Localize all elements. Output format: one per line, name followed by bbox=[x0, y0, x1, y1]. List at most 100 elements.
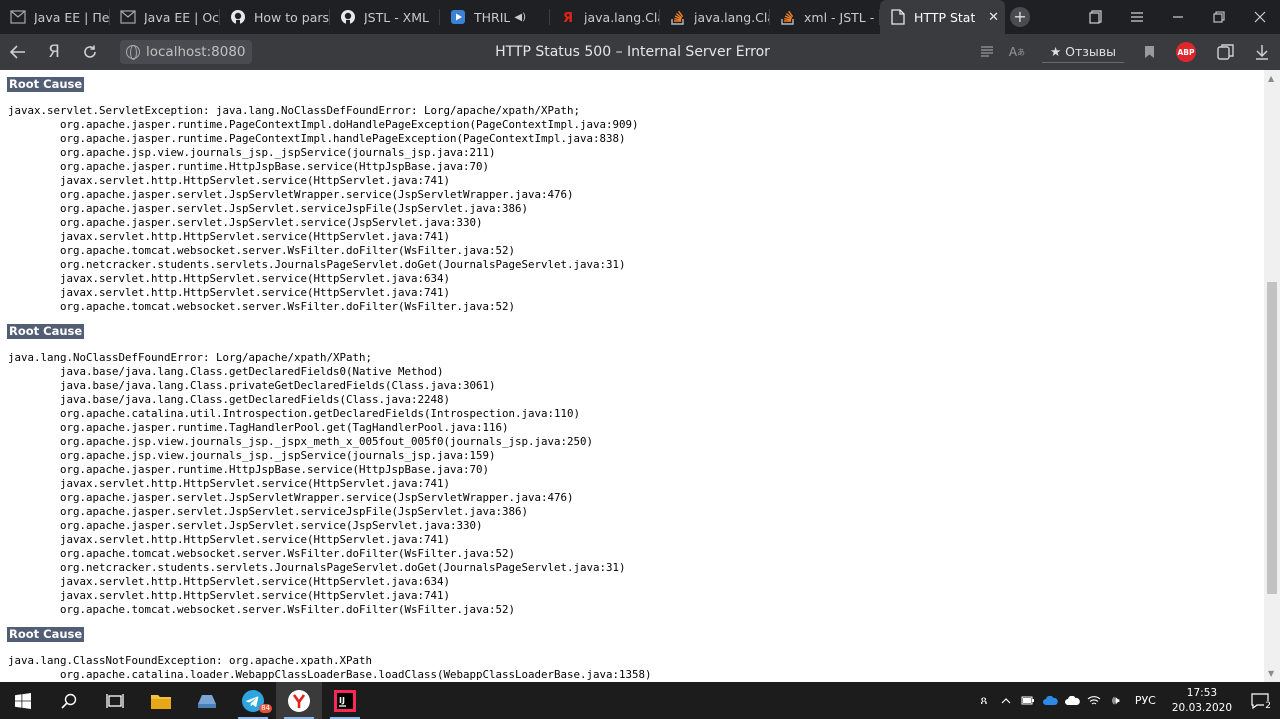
adblock-icon[interactable]: ABP bbox=[1164, 34, 1208, 70]
start-button[interactable] bbox=[0, 682, 46, 719]
downloads-icon[interactable] bbox=[1244, 34, 1280, 70]
yandex-browser-icon[interactable] bbox=[276, 682, 322, 719]
tab-title: JSTL - XML bbox=[364, 9, 429, 25]
stack-trace-line: org.apache.jasper.runtime.PageContextImp… bbox=[60, 118, 639, 131]
tab-title: HTTP Stat bbox=[914, 9, 976, 25]
stackoverflow-icon bbox=[780, 9, 796, 25]
stack-trace-line: javax.servlet.http.HttpServlet.service(H… bbox=[60, 575, 451, 588]
onedrive-icon[interactable] bbox=[1039, 682, 1061, 719]
root-cause-heading: Root Cause bbox=[7, 627, 85, 642]
cloud-icon[interactable] bbox=[1061, 682, 1083, 719]
reader-mode-icon[interactable] bbox=[972, 34, 1002, 70]
stack-trace-line: org.apache.jsp.view.journals_jsp._jspSer… bbox=[60, 449, 496, 462]
task-view-icon[interactable] bbox=[92, 682, 138, 719]
stack-trace-line: org.apache.jasper.runtime.HttpJspBase.se… bbox=[60, 463, 490, 476]
svg-text:IJ: IJ bbox=[339, 696, 345, 705]
tab-list: Java EE | Пер Java EE | Ос How to pars JSTL… bbox=[0, 0, 1005, 34]
vertical-scrollbar[interactable]: ▲ ▼ bbox=[1264, 70, 1280, 682]
globe-icon bbox=[126, 45, 140, 60]
stack-trace-line: javax.servlet.http.HttpServlet.service(H… bbox=[60, 272, 451, 285]
stack-trace-line: org.apache.tomcat.websocket.server.WsFil… bbox=[60, 244, 516, 257]
minimize-button[interactable] bbox=[1157, 0, 1198, 34]
menu-icon[interactable] bbox=[1116, 0, 1157, 34]
notifications-count: 2 bbox=[1264, 701, 1272, 711]
scroll-thumb[interactable] bbox=[1267, 282, 1277, 594]
tab[interactable]: xml - JSTL - bbox=[770, 0, 880, 34]
back-button[interactable] bbox=[0, 34, 36, 70]
intellij-idea-icon[interactable]: IJ bbox=[322, 682, 368, 719]
stack-trace-line: java.base/java.lang.Class.getDeclaredFie… bbox=[60, 393, 451, 406]
clock[interactable]: 17:53 20.03.2020 bbox=[1164, 686, 1240, 716]
stack-trace-line: org.apache.jasper.runtime.HttpJspBase.se… bbox=[60, 160, 490, 173]
bookmark-icon[interactable] bbox=[1134, 34, 1164, 70]
tab[interactable]: java.lang.Cla bbox=[660, 0, 770, 34]
tab-title: java.lang.Cla bbox=[584, 9, 660, 25]
video-play-icon bbox=[450, 9, 466, 25]
windows-taskbar: 84 IJ ጸ 🕪 РУС 17:53 20.03.2020 2 bbox=[0, 682, 1280, 719]
tab[interactable]: Java EE | Ос bbox=[110, 0, 220, 34]
translate-icon[interactable]: Aあ bbox=[1002, 34, 1032, 70]
clock-date: 20.03.2020 bbox=[1171, 701, 1232, 714]
tab[interactable]: Java EE | Пер bbox=[0, 0, 110, 34]
page-icon bbox=[890, 9, 906, 25]
exception-message: javax.servlet.ServletException: java.lan… bbox=[8, 104, 581, 117]
stack-trace-line: javax.servlet.http.HttpServlet.service(H… bbox=[60, 589, 451, 602]
root-cause-heading: Root Cause bbox=[7, 77, 85, 92]
scroll-up-arrow-icon[interactable]: ▲ bbox=[1268, 74, 1274, 83]
tab[interactable]: How to pars bbox=[220, 0, 330, 34]
stack-trace-line: org.apache.catalina.util.Introspection.g… bbox=[60, 407, 581, 420]
wifi-icon[interactable] bbox=[1083, 682, 1105, 719]
exception-message: java.lang.NoClassDefFoundError: Lorg/apa… bbox=[8, 351, 373, 364]
audio-playing-icon[interactable]: ◀) bbox=[514, 12, 526, 23]
reload-button[interactable] bbox=[72, 34, 108, 70]
tab-active[interactable]: HTTP Stat ✕ bbox=[880, 0, 1005, 34]
restore-button[interactable] bbox=[1198, 0, 1239, 34]
close-tab-icon[interactable]: ✕ bbox=[988, 10, 999, 25]
collections-icon[interactable] bbox=[1208, 34, 1244, 70]
close-window-button[interactable] bbox=[1239, 0, 1280, 34]
stack-trace-line: javax.servlet.http.HttpServlet.service(H… bbox=[60, 533, 451, 546]
stack-trace-line: javax.servlet.http.HttpServlet.service(H… bbox=[60, 286, 451, 299]
reviews-button[interactable]: ★ Отзывы bbox=[1041, 41, 1124, 63]
stack-trace-line: org.apache.jasper.servlet.JspServlet.ser… bbox=[60, 505, 529, 518]
new-tab-button[interactable]: + bbox=[1005, 0, 1035, 34]
exception-message: java.lang.ClassNotFoundException: org.ap… bbox=[8, 654, 373, 667]
url-field[interactable]: localhost:8080 bbox=[120, 40, 252, 64]
adblock-label: ABP bbox=[1176, 42, 1196, 62]
telegram-icon[interactable]: 84 bbox=[230, 682, 276, 719]
people-icon[interactable]: ጸ bbox=[973, 682, 995, 719]
tab[interactable]: JSTL - XML bbox=[330, 0, 440, 34]
tab-title: Java EE | Ос bbox=[144, 9, 220, 25]
language-indicator[interactable]: РУС bbox=[1127, 694, 1164, 707]
volume-icon[interactable]: 🕪 bbox=[1105, 682, 1127, 719]
stack-trace-line: org.apache.jsp.view.journals_jsp._jspSer… bbox=[60, 146, 496, 159]
show-hidden-icons-icon[interactable] bbox=[995, 682, 1017, 719]
stack-trace-line: org.apache.jsp.view.journals_jsp._jspx_m… bbox=[60, 435, 594, 448]
yandex-logo-icon[interactable]: Я bbox=[36, 34, 72, 70]
stack-trace-line: org.apache.jasper.servlet.JspServletWrap… bbox=[60, 491, 574, 504]
tablet-mode-icon[interactable] bbox=[1075, 0, 1116, 34]
stack-trace-line: java.base/java.lang.Class.getDeclaredFie… bbox=[60, 365, 444, 378]
stack-trace-line: javax.servlet.http.HttpServlet.service(H… bbox=[60, 174, 451, 187]
stack-trace-line: javax.servlet.http.HttpServlet.service(H… bbox=[60, 230, 451, 243]
battery-icon[interactable] bbox=[1017, 682, 1039, 719]
tab[interactable]: Яjava.lang.Cla bbox=[550, 0, 660, 34]
search-icon[interactable] bbox=[46, 682, 92, 719]
page-content: Root Cause javax.servlet.ServletException… bbox=[0, 70, 1264, 682]
address-bar: Я localhost:8080 HTTP Status 500 – Inter… bbox=[0, 34, 1280, 70]
toolbar-right: Aあ ★ Отзывы ABP bbox=[972, 34, 1280, 70]
mail-icon bbox=[10, 9, 26, 25]
scroll-down-arrow-icon[interactable]: ▼ bbox=[1268, 669, 1274, 678]
github-icon bbox=[230, 9, 246, 25]
yandex-icon: Я bbox=[560, 9, 576, 25]
stack-trace-line: org.apache.tomcat.websocket.server.WsFil… bbox=[60, 603, 516, 616]
file-explorer-icon[interactable] bbox=[138, 682, 184, 719]
notifications-icon[interactable]: 2 bbox=[1240, 682, 1280, 719]
network-drive-icon[interactable] bbox=[184, 682, 230, 719]
tab[interactable]: THRIL ◀) bbox=[440, 0, 550, 34]
stack-trace-line: org.apache.tomcat.websocket.server.WsFil… bbox=[60, 300, 516, 313]
stack-trace-line: java.base/java.lang.Class.privateGetDecl… bbox=[60, 379, 496, 392]
mail-icon bbox=[120, 9, 136, 25]
stackoverflow-icon bbox=[670, 9, 686, 25]
tab-title: xml - JSTL - bbox=[804, 9, 875, 25]
